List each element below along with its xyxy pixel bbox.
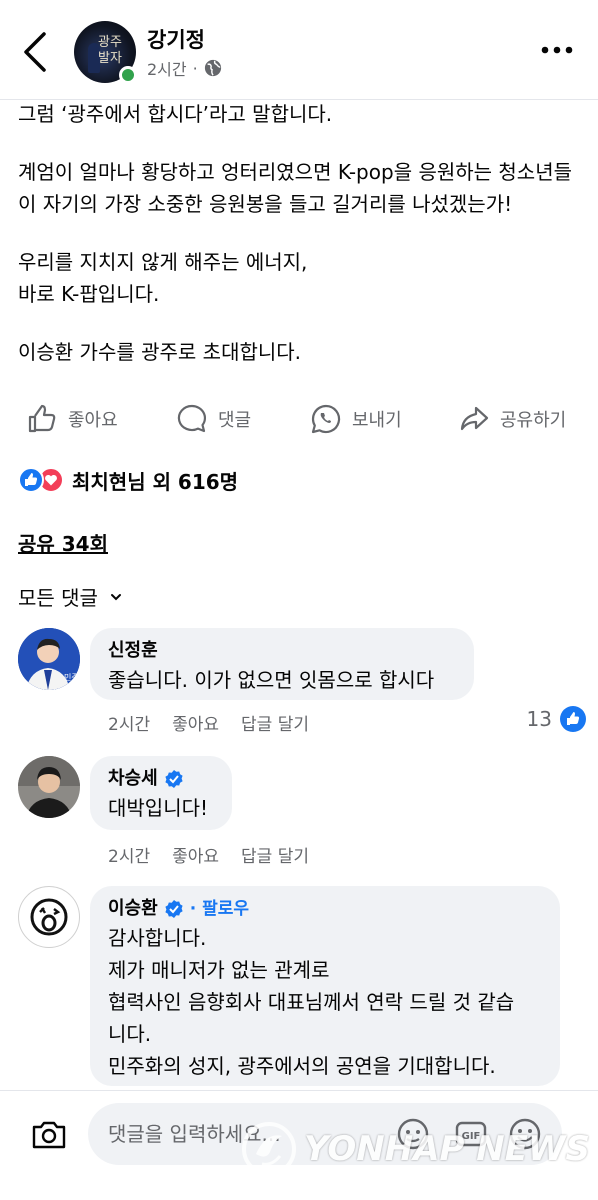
- like-reaction-icon: [18, 467, 44, 493]
- comment-bubble-icon: [177, 404, 207, 433]
- comment-label: 댓글: [218, 410, 252, 431]
- comment-text-line: 협력사인 음향회사 대표님께서 연락 드릴 것 같습: [108, 990, 515, 1014]
- yonhap-logo-icon: [242, 1122, 296, 1176]
- commenter-name-row: 차승세: [108, 766, 214, 792]
- comment-like-button[interactable]: 좋아요: [172, 710, 219, 735]
- reactions-summary[interactable]: 최치현님 외 616명: [18, 464, 238, 496]
- comment-bubble: 차승세 대박입니다!: [90, 756, 232, 830]
- reactions-text: 최치현님 외 616명: [72, 469, 239, 494]
- more-options-icon[interactable]: [540, 40, 574, 60]
- back-arrow-icon[interactable]: [20, 30, 52, 74]
- commenter-avatar[interactable]: 민주당: [18, 628, 80, 690]
- comment-filter-dropdown[interactable]: 모든 댓글: [18, 582, 122, 611]
- share-count-link[interactable]: 공유 34회: [18, 528, 108, 557]
- verified-badge-icon: [165, 900, 183, 918]
- post-time[interactable]: 2시간: [147, 56, 187, 80]
- post-paragraph: 그럼 ‘광주에서 합시다’라고 말합니다.: [18, 102, 333, 126]
- post-paragraph: 이승환 가수를 광주로 초대합니다.: [18, 340, 302, 364]
- post-paragraph: 우리를 지치지 않게 해주는 에너지, 바로 K-팝입니다.: [18, 250, 308, 306]
- comment-meta: 2시간 좋아요 답글 달기: [108, 710, 309, 735]
- comment-text-line: 니다.: [108, 1022, 152, 1046]
- comment-time[interactable]: 2시간: [108, 842, 150, 867]
- share-button[interactable]: 공유하기: [458, 392, 566, 446]
- comment-reply-button[interactable]: 답글 달기: [241, 842, 309, 867]
- commenter-avatar[interactable]: [18, 886, 80, 948]
- author-avatar[interactable]: 광주 발자: [74, 21, 137, 84]
- online-status-dot: [119, 66, 137, 84]
- comment-like-button[interactable]: 좋아요: [172, 842, 219, 867]
- comment-meta: 2시간 좋아요 답글 달기: [108, 842, 309, 867]
- meta-separator: ·: [192, 58, 198, 78]
- commenter-name[interactable]: 이승환: [108, 896, 158, 922]
- comment-text-line: 민주화의 성지, 광주에서의 공연을 기대합니다.: [108, 1054, 496, 1078]
- author-name[interactable]: 강기정: [147, 24, 205, 54]
- watermark-text: YONHAP NEWS: [304, 1129, 590, 1169]
- commenter-avatar[interactable]: [18, 756, 80, 818]
- like-count-value: 13: [526, 707, 552, 731]
- comment-text: 좋습니다. 이가 없으면 잇몸으로 합시다: [108, 668, 435, 692]
- like-reaction-icon: [560, 706, 586, 732]
- follow-button[interactable]: · 팔로우: [190, 896, 249, 922]
- commenter-name-row: 이승환 · 팔로우: [108, 896, 542, 922]
- comment-bubble: 신정훈 좋습니다. 이가 없으면 잇몸으로 합시다: [90, 628, 474, 700]
- comment-like-count[interactable]: 13: [527, 706, 586, 732]
- post-meta: 2시간 ·: [147, 56, 222, 80]
- comment-bubble: 이승환 · 팔로우 감사합니다. 제가 매니저가 없는 관계로 협력사인 음향회…: [90, 886, 560, 1086]
- post-body: 그럼 ‘광주에서 합시다’라고 말합니다. 계엄이 얼마나 황당하고 엉터리였으…: [18, 98, 588, 394]
- thumbs-up-icon: [28, 404, 56, 433]
- share-label: 공유하기: [500, 410, 567, 431]
- commenter-name[interactable]: 차승세: [108, 766, 158, 792]
- post-action-bar: 좋아요 댓글 보내기 공유하기: [0, 392, 598, 446]
- chevron-down-icon: [110, 593, 121, 600]
- comment-filter-label: 모든 댓글: [18, 586, 98, 610]
- verified-badge-icon: [165, 770, 183, 788]
- svg-text:민주당: 민주당: [64, 672, 80, 682]
- comment-button[interactable]: 댓글: [176, 392, 251, 446]
- comment-time[interactable]: 2시간: [108, 710, 150, 735]
- send-label: 보내기: [352, 410, 402, 431]
- post-paragraph: 계엄이 얼마나 황당하고 엉터리였으면 K-pop을 응원하는 청소년들이 자기…: [18, 160, 573, 216]
- globe-icon: [204, 59, 221, 77]
- camera-icon[interactable]: [30, 1115, 68, 1153]
- comment-text: 대박입니다!: [108, 796, 209, 820]
- comment-text-line: 제가 매니저가 없는 관계로: [108, 958, 330, 982]
- post-header: 광주 발자 강기정 2시간 ·: [0, 0, 598, 100]
- comment-text-line: 감사합니다.: [108, 926, 207, 950]
- like-button[interactable]: 좋아요: [26, 392, 118, 446]
- like-label: 좋아요: [68, 410, 118, 431]
- yonhap-watermark: YONHAP NEWS: [240, 1118, 590, 1180]
- whatsapp-icon: [311, 404, 341, 434]
- send-button[interactable]: 보내기: [310, 392, 402, 446]
- share-arrow-icon: [460, 406, 489, 431]
- comment-reply-button[interactable]: 답글 달기: [241, 710, 309, 735]
- commenter-name[interactable]: 신정훈: [108, 638, 456, 664]
